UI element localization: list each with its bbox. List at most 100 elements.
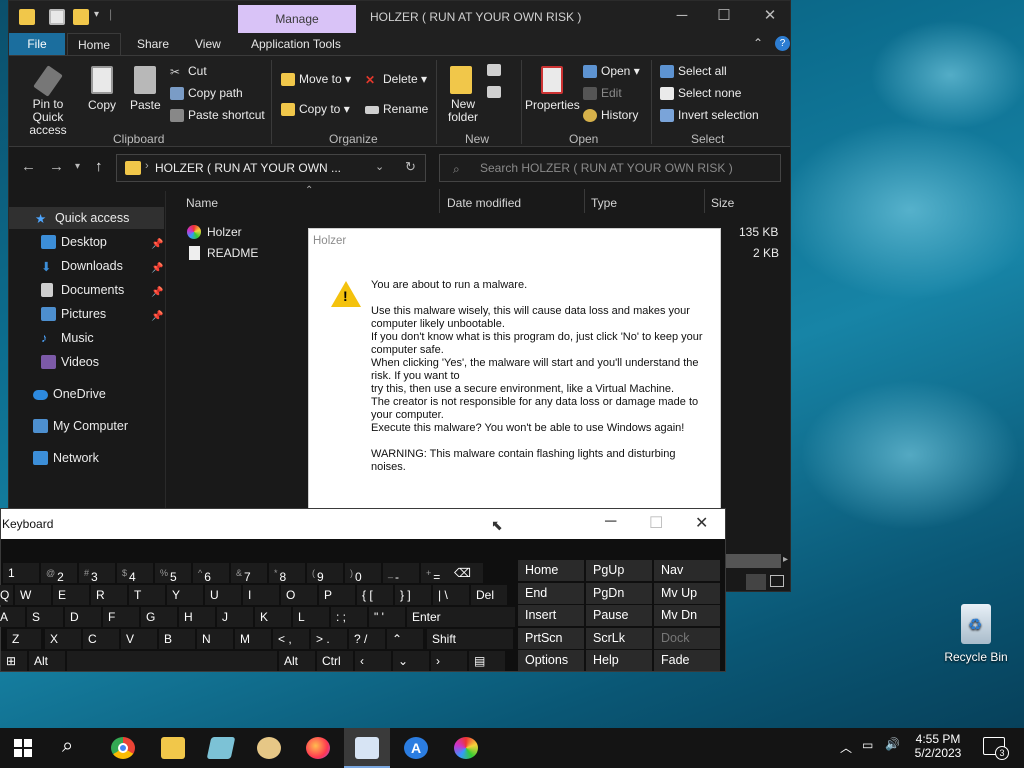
key[interactable]: #3 [79,563,115,583]
nav-pictures[interactable]: Pictures [41,307,106,321]
key-scrlk[interactable]: ScrLk [586,627,652,649]
nav-quick-access[interactable]: ★ Quick access [35,211,129,226]
key[interactable]: Y [167,585,203,605]
key[interactable]: " ' [369,607,405,627]
key[interactable]: * 8 [269,563,305,583]
accessibility-icon[interactable]: A [404,737,428,759]
nav-downloads[interactable]: ⬇ Downloads [41,259,123,274]
pin-icon[interactable]: 📌 [151,263,163,274]
key[interactable]: W [15,585,51,605]
rename-button[interactable]: Rename [365,102,428,116]
search-icon[interactable]: ⌕ [62,735,73,758]
chevron-up-icon[interactable]: ︿ [840,739,852,756]
key[interactable]: S [27,607,63,627]
key[interactable]: U [205,585,241,605]
key-nav[interactable]: Nav [654,560,720,581]
cut-button[interactable]: ✂ Cut [170,64,207,79]
key[interactable]: L [293,607,329,627]
clock[interactable]: 4:55 PM 5/2/2023 [910,732,966,760]
key[interactable]: Del [471,585,507,605]
key[interactable]: K [255,607,291,627]
key-mv-up[interactable]: Mv Up [654,582,720,604]
tab-application-tools[interactable]: Application Tools [241,33,351,55]
key[interactable]: @2 [41,563,77,583]
nav-music[interactable]: ♪ Music [41,331,94,345]
key[interactable]: Shift [427,629,513,649]
key[interactable]: ) 0 [345,563,381,583]
volume-icon[interactable]: 🔊 [885,737,900,751]
key[interactable]: Alt [279,651,315,671]
key[interactable]: T [129,585,165,605]
nav-my-computer[interactable]: My Computer [33,419,128,433]
windows-start-icon[interactable] [14,739,32,757]
network-icon[interactable]: ▭ [862,738,873,752]
backspace-icon[interactable]: ⌫ [449,563,483,583]
windows-key-icon[interactable]: ⊞ [1,651,27,671]
nav-videos[interactable]: Videos [41,355,99,369]
key[interactable]: A [0,607,25,627]
arrow-down-icon[interactable]: ⌄ [393,651,429,671]
key[interactable]: : ; [331,607,367,627]
key[interactable]: < , [273,629,309,649]
maximize-icon[interactable]: ☐ [649,513,663,533]
key-help[interactable]: Help [586,650,652,671]
pin-icon[interactable]: 📌 [151,287,163,298]
new-item-icon[interactable] [487,64,501,76]
key[interactable]: % 5 [155,563,191,583]
key[interactable]: | \ [433,585,469,605]
tab-file[interactable]: File [9,33,65,55]
key[interactable]: C [83,629,119,649]
properties-icon[interactable] [49,9,65,25]
key[interactable]: I [243,585,279,605]
pin-icon[interactable]: 📌 [151,239,163,250]
key[interactable]: V [121,629,157,649]
paste-button[interactable]: Paste [130,98,161,112]
key-home[interactable]: Home [518,560,584,581]
key[interactable]: Z [7,629,41,649]
key[interactable]: $4 [117,563,153,583]
pin-icon[interactable]: 📌 [151,311,163,322]
properties-button[interactable]: Properties [525,98,580,112]
key[interactable]: 1 [3,563,39,583]
new-folder-icon[interactable] [73,9,89,25]
key[interactable]: G [141,607,177,627]
key[interactable]: { [ [357,585,393,605]
nav-onedrive[interactable]: OneDrive [33,387,106,401]
close-icon[interactable]: ✕ [695,513,708,533]
arrow-up-icon[interactable]: ⌃ [387,629,423,649]
nav-network[interactable]: Network [33,451,99,465]
up-arrow-icon[interactable]: ↑ [95,158,103,175]
keyboard-app-icon[interactable] [355,737,379,759]
key-fade[interactable]: Fade [654,650,720,671]
key[interactable]: Ctrl [317,651,353,671]
key-dock[interactable]: Dock [654,627,720,649]
key[interactable]: O [281,585,317,605]
tab-view[interactable]: View [185,33,231,55]
tab-manage[interactable]: Manage [238,5,356,33]
maximize-icon[interactable]: ☐ [701,1,747,33]
copy-to-button[interactable]: Copy to ▾ [281,102,350,116]
large-icons-view-icon[interactable] [770,575,784,587]
key[interactable]: E [53,585,89,605]
paste-shortcut-button[interactable]: Paste shortcut [170,108,265,122]
copy-path-button[interactable]: Copy path [170,86,243,100]
key[interactable]: _ - [383,563,419,583]
key[interactable]: X [45,629,81,649]
firefox-icon[interactable] [306,737,330,759]
search-input[interactable]: Search HOLZER ( RUN AT YOUR OWN RISK ) [439,154,781,182]
tab-home[interactable]: Home [67,33,122,55]
file-explorer-icon[interactable] [161,737,185,759]
notepad-icon[interactable] [206,737,236,759]
select-all-button[interactable]: Select all [660,64,727,78]
column-date-modified[interactable]: Date modified [447,196,521,210]
help-icon[interactable]: ? [775,36,790,51]
paint-icon[interactable] [257,737,281,759]
notifications-icon[interactable]: 3 [983,737,1009,760]
key[interactable]: N [197,629,233,649]
key-pgup[interactable]: PgUp [586,560,652,581]
key[interactable]: Alt [29,651,65,671]
key[interactable]: ? / [349,629,385,649]
address-bar[interactable]: › HOLZER ( RUN AT YOUR OWN ... ⌄ ↻ [116,154,426,182]
easy-access-icon[interactable] [487,86,501,98]
column-type[interactable]: Type [591,196,617,210]
